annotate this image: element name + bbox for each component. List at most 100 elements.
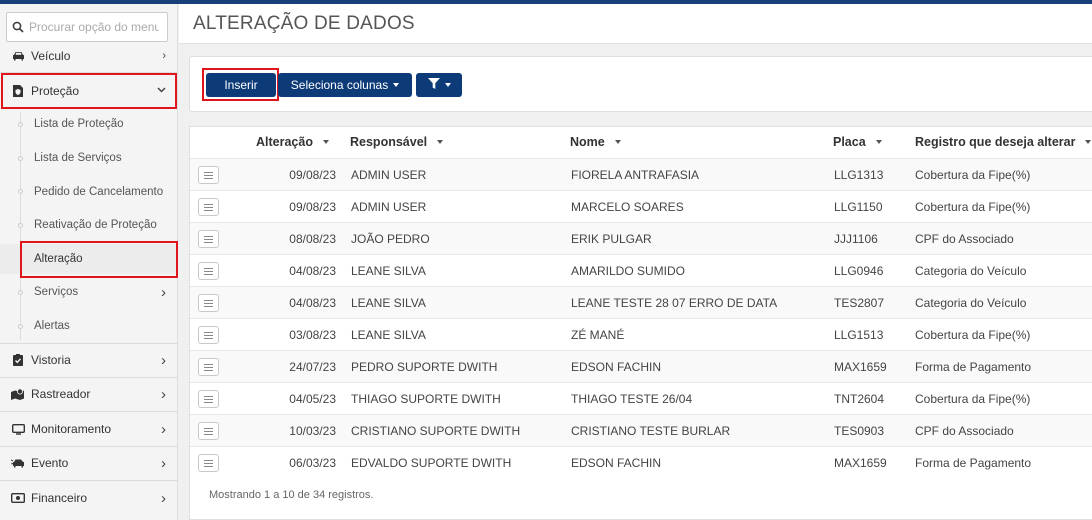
cell-nome: MARCELO SOARES [571,200,684,214]
table-row[interactable]: 03/08/23 LEANE SILVA ZÉ MANÉ LLG1513 Cobertu… [190,318,1092,350]
table-row[interactable]: 09/08/23 ADMIN USER MARCELO SOARES LLG1150 C… [190,190,1092,222]
sidebar-item-evento[interactable]: Evento › [0,447,178,479]
table-info: Mostrando 1 a 10 de 34 registros. [209,489,374,501]
menu-search[interactable] [6,12,168,42]
cell-alteracao: 08/08/23 [289,232,336,246]
sidebar-subitem-lista-servicos[interactable]: Lista de Serviços [0,143,178,173]
column-header-alteracao[interactable]: Alteração [256,127,329,157]
column-header-nome[interactable]: Nome [570,127,621,157]
cell-registro: CPF do Associado [915,424,1014,438]
cell-placa: LLG1313 [834,168,884,182]
cell-nome: FIORELA ANTRAFASIA [571,168,700,182]
table-row[interactable]: 06/03/23 EDVALDO SUPORTE DWITH EDSON FACHI… [190,446,1092,478]
chevron-right-icon: › [161,489,166,507]
cell-placa: TES2807 [834,296,885,310]
row-menu-icon[interactable] [198,294,219,312]
row-menu-icon[interactable] [198,230,219,248]
table-row[interactable]: 09/08/23 ADMIN USER FIORELA ANTRAFASIA LLG1… [190,158,1092,190]
table-row[interactable]: 24/07/23 PEDRO SUPORTE DWITH EDSON FACHIN M… [190,350,1092,382]
cell-responsavel: ADMIN USER [351,168,427,182]
select-columns-label: Seleciona colunas [290,78,389,92]
sort-icon [875,140,882,144]
column-header-responsavel[interactable]: Responsável [350,127,444,157]
sidebar-item-label: Monitoramento [31,422,112,436]
column-header-registro[interactable]: Registro que deseja alterar [915,127,1092,157]
row-menu-icon[interactable] [198,198,219,216]
caret-down-icon [444,83,451,87]
sidebar-item-monitoramento[interactable]: Monitoramento › [0,413,178,445]
table-row[interactable]: 04/08/23 LEANE SILVA AMARILDO SUMIDO LLG094… [190,254,1092,286]
sidebar-subitem-reativacao[interactable]: Reativação de Proteção [0,210,178,240]
chevron-right-icon: › [161,351,166,369]
select-columns-button[interactable]: Seleciona colunas [278,73,412,97]
sidebar-item-financeiro[interactable]: Financeiro › [0,482,178,514]
cell-alteracao: 09/08/23 [289,200,336,214]
table-row[interactable]: 10/03/23 CRISTIANO SUPORTE DWITH CRISTIANO… [190,414,1092,446]
chevron-right-icon: › [161,283,166,301]
chevron-right-icon: › [161,454,166,472]
table-row[interactable]: 04/05/23 THIAGO SUPORTE DWITH THIAGO TESTE… [190,382,1092,414]
table-row[interactable]: 08/08/23 JOÃO PEDRO ERIK PULGAR JJJ1106 CPF … [190,222,1092,254]
cell-registro: Categoria do Veículo [915,296,1027,310]
sort-icon [1085,140,1092,144]
cell-registro: CPF do Associado [915,232,1014,246]
cell-responsavel: LEANE SILVA [351,296,426,310]
chevron-right-icon: › [162,50,166,62]
sidebar-subitem-servicos[interactable]: Serviços › [0,277,178,307]
toolbar: Inserir Seleciona colunas [189,56,1092,112]
cell-registro: Cobertura da Fipe(%) [915,200,1031,214]
sidebar-subitem-alertas[interactable]: Alertas [0,311,178,341]
search-icon [7,21,29,33]
filter-icon [427,78,440,92]
sort-icon [437,140,444,144]
table-row[interactable]: 04/08/23 LEANE SILVA LEANE TESTE 28 07 ERR… [190,286,1092,318]
cell-nome: EDSON FACHIN [571,456,662,470]
sidebar-item-label: Evento [31,456,69,470]
cell-alteracao: 04/08/23 [289,264,336,278]
cell-registro: Cobertura da Fipe(%) [915,392,1031,406]
column-header-placa[interactable]: Placa [833,127,882,157]
car-crash-icon [11,456,25,470]
divider [0,480,178,481]
sidebar-subitem-pedido-cancelamento[interactable]: Pedido de Cancelamento [0,177,178,207]
cell-responsavel: CRISTIANO SUPORTE DWITH [351,424,521,438]
sidebar-item-veiculo[interactable]: Veículo › [0,40,178,72]
search-input[interactable] [29,20,159,34]
cell-nome: ZÉ MANÉ [571,328,625,342]
cell-alteracao: 04/05/23 [289,392,336,406]
filter-button[interactable] [416,73,462,97]
cell-alteracao: 09/08/23 [289,168,336,182]
cell-alteracao: 10/03/23 [289,424,336,438]
row-menu-icon[interactable] [198,166,219,184]
cell-registro: Forma de Pagamento [915,360,1032,374]
row-menu-icon[interactable] [198,326,219,344]
sidebar-item-vistoria[interactable]: Vistoria › [0,344,178,376]
cell-nome: THIAGO TESTE 26/04 [571,392,693,406]
sidebar-item-label: Vistoria [31,353,71,367]
car-icon [11,49,25,63]
cell-responsavel: THIAGO SUPORTE DWITH [351,392,501,406]
cell-placa: LLG0946 [834,264,884,278]
sort-icon [322,140,329,144]
sidebar-item-rastreador[interactable]: Rastreador › [0,378,178,410]
cell-placa: LLG1150 [834,200,883,214]
cell-placa: TES0903 [834,424,885,438]
cell-responsavel: ADMIN USER [351,200,427,214]
row-menu-icon[interactable] [198,262,219,280]
cell-nome: LEANE TESTE 28 07 ERRO DE DATA [571,296,778,310]
cell-responsavel: EDVALDO SUPORTE DWITH [351,456,512,470]
row-menu-icon[interactable] [198,454,219,472]
chevron-right-icon: › [161,420,166,438]
cell-placa: MAX1659 [834,456,887,470]
divider [0,411,178,412]
sidebar-subitem-lista-protecao[interactable]: Lista de Proteção [0,109,178,139]
cell-nome: ERIK PULGAR [571,232,652,246]
row-menu-icon[interactable] [198,358,219,376]
data-table: Alteração Responsável Nome Placa Registr… [189,126,1092,520]
row-menu-icon[interactable] [198,422,219,440]
row-menu-icon[interactable] [198,390,219,408]
cell-placa: LLG1513 [834,328,884,342]
cell-registro: Categoria do Veículo [915,264,1027,278]
cell-registro: Cobertura da Fipe(%) [915,168,1031,182]
page-title: ALTERAÇÃO DE DADOS [193,13,415,34]
